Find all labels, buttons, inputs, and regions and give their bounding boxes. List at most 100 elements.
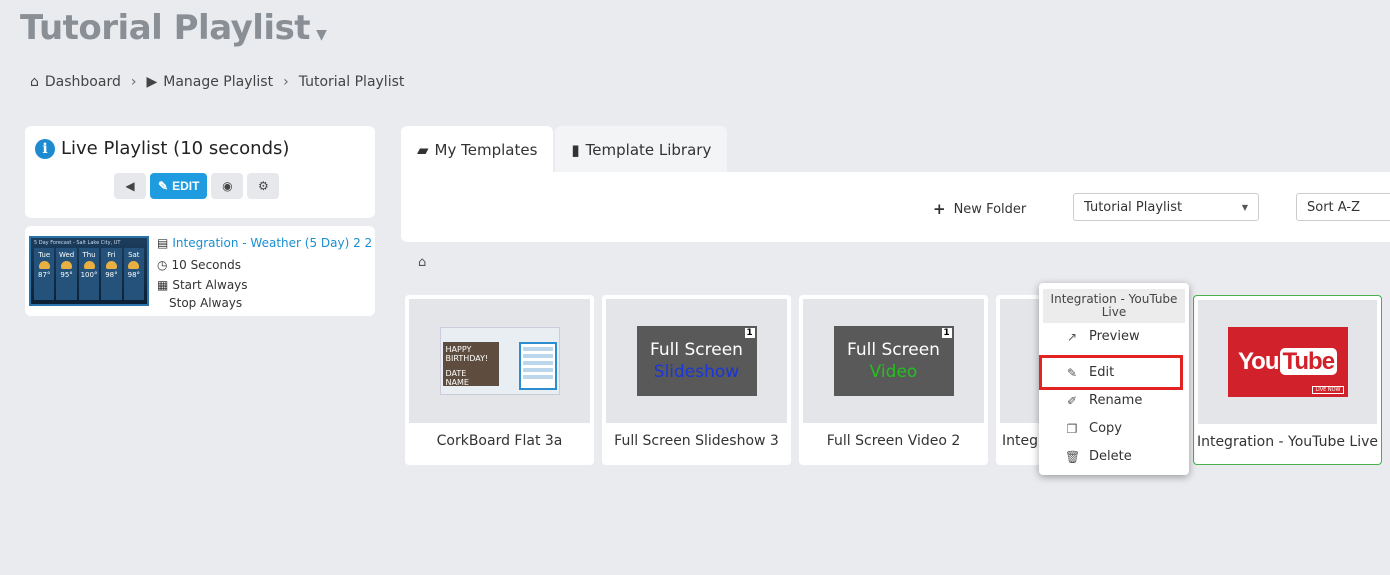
arrow-left-icon: ◀ xyxy=(125,179,135,193)
playlist-item-start-row: ▦ Start Always xyxy=(157,276,372,294)
weather-day: Tue 87° xyxy=(34,248,55,300)
weather-thumbnail: 5 Day Forecast - Salt Lake City, UT Tue 8… xyxy=(29,236,149,306)
clock-icon: ◷ xyxy=(157,258,168,272)
menu-item-rename[interactable]: ✐ Rename xyxy=(1065,393,1142,408)
new-folder-label: New Folder xyxy=(953,201,1027,217)
video-thumbnail: 1 Full Screen Video xyxy=(833,326,954,396)
home-icon: ⌂ xyxy=(30,74,39,90)
breadcrumb: ⌂ Dashboard › ▶ Manage Playlist › Tutori… xyxy=(30,74,404,90)
document-icon: ▤ xyxy=(157,236,169,250)
briefcase-icon: ▰ xyxy=(417,141,429,159)
playlist-item-duration-row: ◷ 10 Seconds xyxy=(157,254,372,276)
template-tile[interactable]: 1 Full Screen Slideshow Full Screen Slid… xyxy=(602,295,791,465)
edit-highlight-box xyxy=(1039,355,1183,390)
youtube-thumbnail: You Tube LIVE NOW xyxy=(1227,327,1348,397)
caret-down-icon[interactable]: ▼ xyxy=(316,27,327,43)
playlist-item-name[interactable]: Integration - Weather (5 Day) 2 2 xyxy=(172,232,372,254)
info-icon: i xyxy=(35,138,55,159)
birthday-panel: HAPPY BIRTHDAY! DATE NAME xyxy=(442,342,499,387)
pencil-icon: ✐ xyxy=(1066,393,1078,408)
back-button[interactable]: ◀ xyxy=(114,173,146,199)
playlist-item-info: ▤ Integration - Weather (5 Day) 2 2 ◷ 10… xyxy=(157,232,372,312)
sun-icon xyxy=(83,261,95,269)
playlist-item-stop: Stop Always xyxy=(169,296,243,310)
template-preview: 1 Full Screen Slideshow xyxy=(606,299,787,423)
sun-icon xyxy=(38,261,50,269)
settings-button[interactable]: ⚙ xyxy=(247,173,280,199)
live-playlist-title-text: Live Playlist (10 seconds) xyxy=(61,138,290,159)
breadcrumb-manage-playlist[interactable]: ▶ Manage Playlist xyxy=(146,74,273,90)
template-preview: 1 Full Screen Video xyxy=(803,299,984,423)
menu-item-delete[interactable]: 🗑 Delete xyxy=(1065,449,1132,464)
weather-day: Fri 98° xyxy=(101,248,122,300)
breadcrumb-dashboard[interactable]: ⌂ Dashboard xyxy=(30,74,121,90)
playlist-item-name-row[interactable]: ▤ Integration - Weather (5 Day) 2 2 xyxy=(157,232,372,254)
external-link-icon: ↗ xyxy=(1066,329,1078,344)
template-tile[interactable]: 1 Full Screen Video Full Screen Video 2 xyxy=(799,295,988,465)
breadcrumb-separator: › xyxy=(283,74,289,90)
tab-template-library-label: Template Library xyxy=(585,141,712,159)
birthday-list-panel xyxy=(518,342,557,390)
context-menu-title: Integration - YouTube Live xyxy=(1043,289,1185,323)
folder-select[interactable]: Tutorial Playlist ▼ xyxy=(1073,193,1259,221)
template-label: Integration - YouTube Live xyxy=(1196,434,1379,450)
template-label: Full Screen Video 2 xyxy=(826,433,961,449)
page-title[interactable]: Tutorial Playlist ▼ xyxy=(20,8,327,48)
playlist-item-start: Start Always xyxy=(172,278,248,292)
tab-my-templates-label: My Templates xyxy=(434,141,538,159)
video-icon: ▶ xyxy=(146,74,158,90)
live-playlist-title: i Live Playlist (10 seconds) xyxy=(35,138,289,159)
preview-button[interactable]: ◉ xyxy=(211,173,244,199)
copy-icon: ❐ xyxy=(1066,421,1078,436)
edit-button[interactable]: ✎ EDIT xyxy=(150,173,208,199)
templates-toolbar: + New Folder Tutorial Playlist ▼ Sort A-… xyxy=(401,172,1390,242)
template-preview: You Tube LIVE NOW xyxy=(1198,300,1377,424)
chevron-down-icon: ▼ xyxy=(1241,202,1248,212)
new-folder-button[interactable]: + New Folder xyxy=(933,200,1026,218)
gears-icon: ⚙ xyxy=(258,179,269,193)
weather-day: Sat 98° xyxy=(123,248,145,300)
slideshow-thumbnail: 1 Full Screen Slideshow xyxy=(636,326,757,396)
count-badge: 1 xyxy=(941,328,952,338)
book-icon: ▮ xyxy=(571,141,580,159)
template-tile[interactable]: HAPPY BIRTHDAY! DATE NAME CorkBoard Flat… xyxy=(405,295,594,465)
menu-item-preview[interactable]: ↗ Preview xyxy=(1065,329,1140,344)
youtube-logo: You Tube xyxy=(1238,348,1338,376)
plus-icon: + xyxy=(933,200,946,218)
weather-thumb-header: 5 Day Forecast - Salt Lake City, UT xyxy=(34,240,121,246)
breadcrumb-current: Tutorial Playlist xyxy=(298,74,405,90)
tab-template-library[interactable]: ▮ Template Library xyxy=(555,126,728,174)
sun-icon xyxy=(61,261,73,269)
calendar-icon: ▦ xyxy=(157,278,169,292)
sort-select[interactable]: Sort A-Z xyxy=(1296,193,1390,221)
weather-day: Wed 95° xyxy=(56,248,77,300)
folder-select-value: Tutorial Playlist xyxy=(1084,199,1183,215)
live-playlist-card: i Live Playlist (10 seconds) ◀ ✎ EDIT ◉ … xyxy=(25,126,375,218)
template-preview: HAPPY BIRTHDAY! DATE NAME xyxy=(409,299,590,423)
playlist-item-stop-row: Stop Always xyxy=(157,294,372,312)
menu-item-copy[interactable]: ❐ Copy xyxy=(1065,421,1122,436)
weather-day: Thu 100° xyxy=(78,248,100,300)
breadcrumb-manage-label: Manage Playlist xyxy=(163,74,274,90)
sun-icon xyxy=(105,261,117,269)
breadcrumb-separator: › xyxy=(130,74,137,90)
playlist-item[interactable]: 5 Day Forecast - Salt Lake City, UT Tue 8… xyxy=(25,226,375,316)
count-badge: 1 xyxy=(744,328,755,338)
template-tabs: ▰ My Templates ▮ Template Library xyxy=(401,126,728,174)
breadcrumb-dashboard-label: Dashboard xyxy=(44,74,121,90)
birthday-thumbnail: HAPPY BIRTHDAY! DATE NAME xyxy=(439,327,560,395)
template-tile[interactable]: You Tube LIVE NOW Integration - YouTube L… xyxy=(1193,295,1382,465)
trash-icon: 🗑 xyxy=(1065,449,1081,464)
folder-home-icon[interactable]: ⌂ xyxy=(418,255,426,270)
playlist-item-duration: 10 Seconds xyxy=(171,258,241,272)
template-label: Full Screen Slideshow 3 xyxy=(614,433,779,449)
sun-icon xyxy=(128,261,140,269)
edit-icon: ✎ xyxy=(158,179,169,193)
page-title-text: Tutorial Playlist xyxy=(20,8,311,48)
eye-icon: ◉ xyxy=(222,179,233,193)
live-playlist-actions: ◀ ✎ EDIT ◉ ⚙ xyxy=(114,173,280,199)
edit-button-label: EDIT xyxy=(172,179,200,193)
tab-my-templates[interactable]: ▰ My Templates xyxy=(401,126,554,174)
sort-select-value: Sort A-Z xyxy=(1307,199,1360,215)
live-badge: LIVE NOW xyxy=(1312,386,1344,394)
